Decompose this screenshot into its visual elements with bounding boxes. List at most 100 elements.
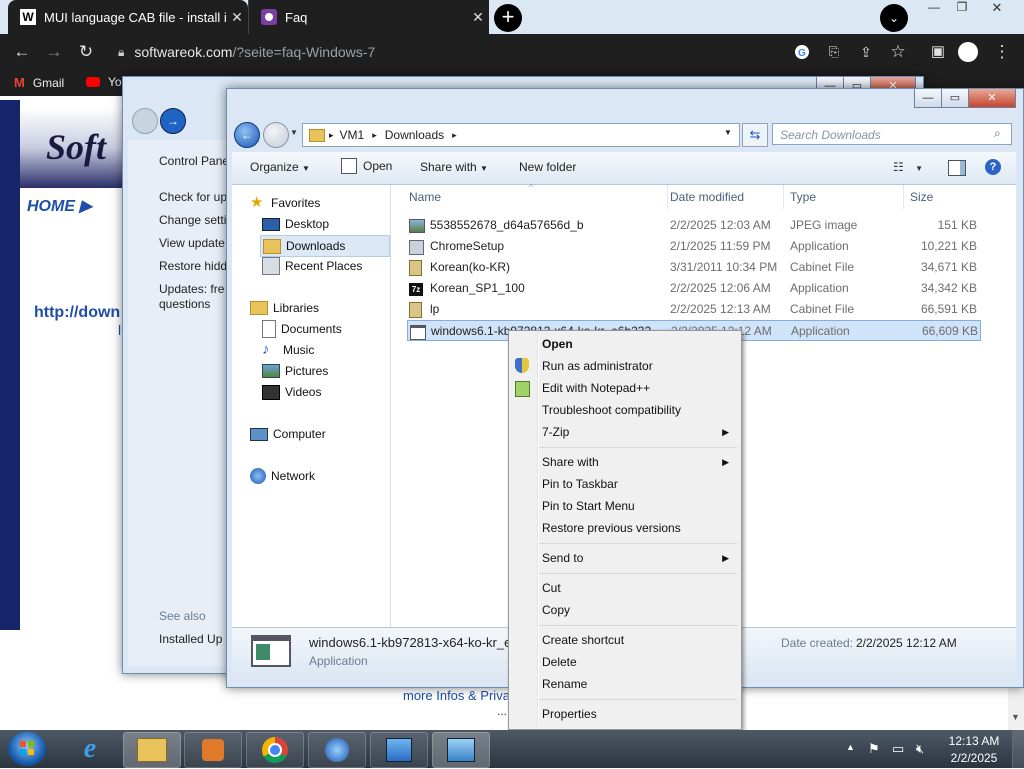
file-row[interactable]: 7z Korean_SP1_100 2/2/2025 12:06 AM Appl… — [407, 278, 983, 299]
minimize-icon[interactable]: — — [914, 89, 942, 108]
cp-link[interactable]: Check for up — [159, 190, 227, 204]
cp-link[interactable]: questions — [159, 297, 210, 311]
tab-search-chevron-icon[interactable]: ⌄ — [880, 4, 908, 32]
refresh-icon[interactable]: ⇆ — [742, 123, 768, 147]
menu-item-7zip[interactable]: 7-Zip ▶ — [509, 421, 739, 443]
nav-downloads[interactable]: Downloads — [260, 235, 390, 257]
column-header-date[interactable]: Date modified — [664, 185, 784, 209]
forward-icon[interactable] — [263, 122, 289, 148]
tab-close-icon[interactable]: ✕ — [467, 9, 489, 26]
side-panel-icon[interactable]: ▣ — [926, 40, 950, 64]
installed-updates-link[interactable]: Installed Up — [159, 632, 222, 646]
explorer-address-bar[interactable]: ▸ VM1 ▸ Downloads ▸ — [302, 123, 740, 147]
tab-mui-language[interactable]: W MUI language CAB file - install in ✕ — [8, 0, 248, 34]
scroll-down-arrow-icon[interactable]: ▼ — [1011, 712, 1020, 722]
nav-music[interactable]: ♪ Music — [262, 340, 314, 360]
taskbar-control-panel[interactable] — [432, 732, 490, 768]
cp-forward-icon[interactable]: → — [160, 108, 186, 134]
address-bar[interactable]: 🔒︎ softwareok.com/?seite=faq-Windows-7 — [108, 38, 788, 66]
cp-link[interactable]: View update — [159, 236, 225, 250]
taskbar-update-app[interactable] — [370, 732, 428, 768]
action-center-flag-icon[interactable]: ⚑ — [868, 741, 880, 757]
clock-date[interactable]: 2/2/2025 — [944, 751, 1004, 765]
menu-kebab-icon[interactable]: ⋮ — [990, 40, 1014, 64]
volume-muted-icon[interactable]: 🔇︎ — [916, 741, 924, 757]
nav-recent-places[interactable]: Recent Places — [262, 256, 362, 276]
translate-icon[interactable]: ⎘ — [822, 40, 846, 64]
maximize-icon[interactable]: ▭ — [941, 89, 969, 108]
file-row[interactable]: ChromeSetup 2/1/2025 11:59 PM Applicatio… — [407, 236, 983, 257]
breadcrumb-downloads[interactable]: Downloads — [385, 128, 444, 142]
tab-faq[interactable]: Faq ✕ — [248, 0, 489, 34]
home-link[interactable]: HOME ▶ — [27, 196, 92, 216]
file-row[interactable]: 5538552678_d64a57656d_b 2/2/2025 12:03 A… — [407, 215, 983, 236]
new-tab-button[interactable]: + — [494, 4, 522, 32]
column-header-size[interactable]: Size — [904, 185, 979, 209]
forward-arrow-icon[interactable]: → — [42, 40, 66, 64]
download-link[interactable]: http://down — [34, 304, 120, 322]
menu-item-delete[interactable]: Delete — [509, 651, 739, 673]
view-options-icon[interactable]: ☷ ▼ — [893, 160, 923, 174]
share-icon[interactable]: ⇪ — [854, 40, 878, 64]
taskbar-ie[interactable]: e — [62, 732, 118, 766]
google-lens-icon[interactable]: G — [790, 40, 814, 64]
menu-item-pin-start[interactable]: Pin to Start Menu — [509, 495, 739, 517]
open-button[interactable]: Open — [341, 158, 392, 174]
show-desktop-button[interactable] — [1012, 730, 1024, 768]
start-button[interactable] — [8, 732, 46, 766]
reload-icon[interactable]: ↻ — [74, 40, 98, 64]
help-icon[interactable]: ? — [985, 159, 1001, 175]
preview-pane-icon[interactable] — [948, 160, 966, 176]
close-window-icon[interactable]: ✕ — [982, 0, 1012, 16]
taskbar-network-app[interactable] — [308, 732, 366, 768]
nav-pictures[interactable]: Pictures — [262, 361, 328, 381]
cp-back-icon[interactable] — [132, 108, 158, 134]
taskbar-media-player[interactable] — [184, 732, 242, 768]
taskbar-explorer[interactable] — [123, 732, 181, 768]
nav-desktop[interactable]: Desktop — [262, 214, 329, 234]
nav-libraries[interactable]: Libraries — [250, 298, 319, 318]
nav-documents[interactable]: Documents — [262, 319, 342, 339]
menu-item-copy[interactable]: Copy — [509, 599, 739, 621]
nav-videos[interactable]: Videos — [262, 382, 321, 402]
profile-avatar-icon[interactable] — [958, 42, 978, 62]
bookmark-youtube[interactable]: Yo — [86, 75, 122, 89]
cp-link[interactable]: Restore hidd — [159, 259, 227, 273]
column-header-type[interactable]: Type — [784, 185, 904, 209]
menu-item-open[interactable]: Open — [509, 333, 739, 355]
menu-item-cut[interactable]: Cut — [509, 577, 739, 599]
bookmark-star-icon[interactable]: ☆ — [886, 40, 910, 64]
nav-computer[interactable]: Computer — [250, 424, 326, 444]
menu-item-create-shortcut[interactable]: Create shortcut — [509, 629, 739, 651]
menu-item-restore-versions[interactable]: Restore previous versions — [509, 517, 739, 539]
restore-icon[interactable]: ❐ — [950, 0, 974, 16]
nav-favorites[interactable]: ★ Favorites — [250, 193, 320, 213]
file-row[interactable]: lp 2/2/2025 12:13 AM Cabinet File 66,591… — [407, 299, 983, 320]
file-row[interactable]: Korean(ko-KR) 3/31/2011 10:34 PM Cabinet… — [407, 257, 983, 278]
site-logo[interactable]: Soft — [20, 108, 130, 188]
cp-home-link[interactable]: Control Pane — [159, 154, 229, 168]
recent-pages-dropdown-icon[interactable]: ▼ — [290, 128, 298, 137]
back-icon[interactable]: ← — [234, 122, 260, 148]
menu-item-troubleshoot[interactable]: Troubleshoot compatibility — [509, 399, 739, 421]
tab-close-icon[interactable]: ✕ — [226, 9, 248, 26]
menu-item-pin-taskbar[interactable]: Pin to Taskbar — [509, 473, 739, 495]
taskbar-chrome[interactable] — [246, 732, 304, 768]
more-infos-link[interactable]: more Infos & Priva — [403, 688, 510, 703]
share-with-button[interactable]: Share with ▼ — [420, 160, 488, 174]
menu-item-run-as-admin[interactable]: Run as administrator — [509, 355, 739, 377]
cp-link[interactable]: Change setti — [159, 213, 226, 227]
menu-item-properties[interactable]: Properties — [509, 703, 739, 725]
menu-item-share-with[interactable]: Share with ▶ — [509, 451, 739, 473]
menu-item-rename[interactable]: Rename — [509, 673, 739, 695]
cp-link[interactable]: Updates: fre — [159, 282, 224, 296]
menu-item-send-to[interactable]: Send to ▶ — [509, 547, 739, 569]
nav-network[interactable]: Network — [250, 466, 315, 486]
search-input[interactable]: Search Downloads — [772, 123, 1012, 145]
breadcrumb-vm1[interactable]: VM1 — [340, 128, 365, 142]
close-icon[interactable]: ✕ — [968, 89, 1016, 108]
new-folder-button[interactable]: New folder — [519, 160, 576, 174]
minimize-icon[interactable]: — — [922, 0, 946, 16]
bookmark-gmail[interactable]: M Gmail — [14, 75, 64, 90]
address-dropdown-icon[interactable]: ▼ — [724, 128, 732, 137]
